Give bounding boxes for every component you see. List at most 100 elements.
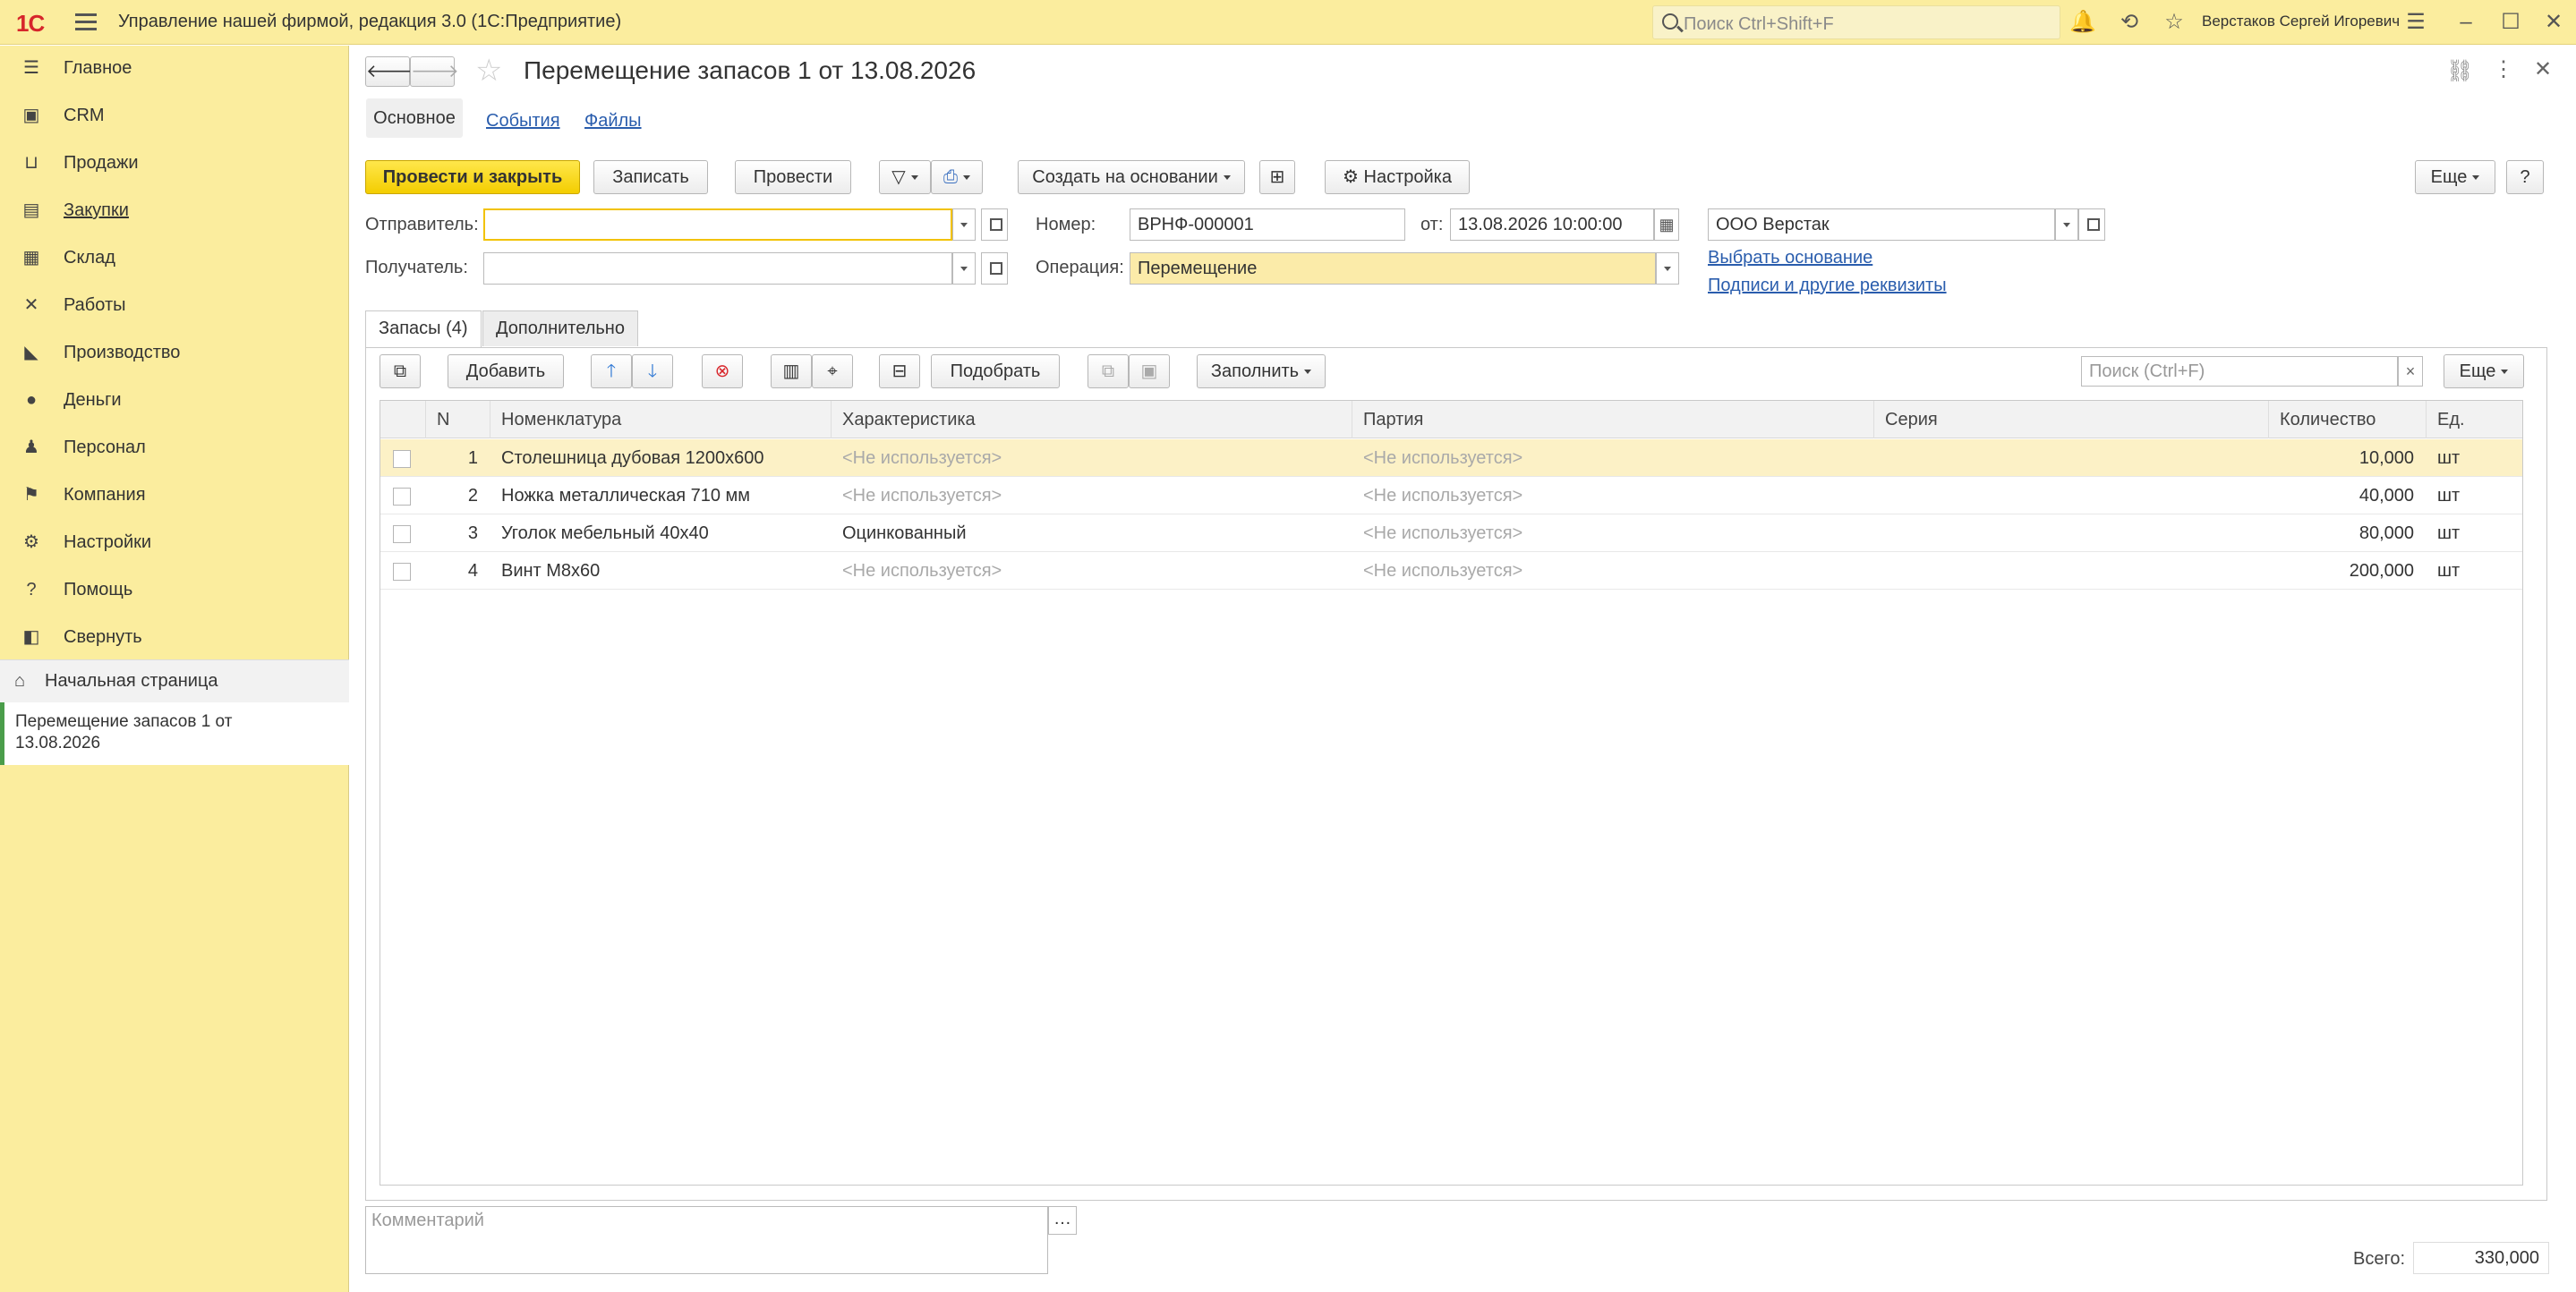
row-batch[interactable]: <Не используется>: [1352, 514, 1874, 552]
forward-button[interactable]: 🡒: [410, 56, 459, 87]
receiver-field[interactable]: [483, 252, 952, 285]
sidebar-item-collapse[interactable]: ◧ Свернуть: [0, 615, 349, 661]
more-button[interactable]: Еще: [2415, 160, 2495, 194]
calendar-icon[interactable]: ▦: [1654, 208, 1679, 241]
back-button[interactable]: 🡐: [365, 56, 414, 87]
sidebar-item-purchases[interactable]: ▤ Закупки: [0, 188, 349, 234]
row-characteristic[interactable]: Оцинкованный: [832, 514, 1352, 552]
settings-button[interactable]: ⚙ Настройка: [1325, 160, 1470, 194]
print-dropdown-button[interactable]: ⎙: [931, 160, 983, 194]
table-row[interactable]: 1 Столешница дубовая 1200х600 <Не исполь…: [380, 439, 2522, 477]
sidebar-item-settings[interactable]: ⚙ Настройки: [0, 520, 349, 566]
add-row-button[interactable]: Добавить: [448, 354, 564, 388]
company-field[interactable]: ООО Верстак: [1708, 208, 2055, 241]
barcode-icon[interactable]: ▥: [771, 354, 812, 388]
tab-files[interactable]: Файлы: [584, 111, 642, 132]
sidebar-item-help[interactable]: ? Помощь: [0, 567, 349, 614]
structure-icon[interactable]: ⊞: [1259, 160, 1295, 194]
tab-main[interactable]: Основное: [366, 98, 463, 138]
col-item[interactable]: Номенклатура: [490, 401, 832, 438]
global-search-input[interactable]: Поиск Ctrl+Shift+F: [1652, 5, 2060, 39]
sidebar-item-staff[interactable]: ♟ Персонал: [0, 425, 349, 472]
filter-dropdown-button[interactable]: ▽: [879, 160, 931, 194]
sidebar-item-warehouse[interactable]: ▦ Склад: [0, 235, 349, 282]
close-form-icon[interactable]: ✕: [2534, 56, 2552, 82]
row-checkbox[interactable]: [393, 488, 411, 506]
user-name[interactable]: Верстаков Сергей Игоревич: [2202, 13, 2400, 30]
row-series[interactable]: [1874, 477, 2269, 514]
table-row[interactable]: 2 Ножка металлическая 710 мм <Не использ…: [380, 477, 2522, 514]
company-dropdown-button[interactable]: [2055, 208, 2078, 241]
col-series[interactable]: Серия: [1874, 401, 2269, 438]
col-n[interactable]: N: [426, 401, 490, 438]
maximize-icon[interactable]: ☐: [2497, 9, 2524, 36]
row-item[interactable]: Уголок мебельный 40х40: [490, 514, 832, 552]
post-and-close-button[interactable]: Провести и закрыть: [365, 160, 580, 194]
number-field[interactable]: ВРНФ-000001: [1130, 208, 1405, 241]
receiver-dropdown-button[interactable]: [952, 252, 976, 285]
signatures-link[interactable]: Подписи и другие реквизиты: [1708, 276, 1947, 296]
select-basis-link[interactable]: Выбрать основание: [1708, 248, 1872, 268]
row-series[interactable]: [1874, 552, 2269, 590]
subtab-stock[interactable]: Запасы (4): [365, 310, 482, 348]
receiver-open-button[interactable]: [981, 252, 1008, 285]
col-batch[interactable]: Партия: [1352, 401, 1874, 438]
date-field[interactable]: 13.08.2026 10:00:00: [1450, 208, 1654, 241]
settings-menu-icon[interactable]: ☰: [2402, 9, 2429, 36]
row-checkbox[interactable]: [393, 563, 411, 581]
operation-field[interactable]: Перемещение: [1130, 252, 1656, 285]
comment-expand-button[interactable]: …: [1048, 1206, 1077, 1235]
row-item[interactable]: Столешница дубовая 1200х600: [490, 439, 832, 477]
tab-events[interactable]: События: [486, 111, 560, 132]
sidebar-home-page[interactable]: ⌂ Начальная страница: [0, 659, 349, 702]
row-quantity[interactable]: 10,000: [2269, 439, 2427, 477]
row-item[interactable]: Винт М8х60: [490, 552, 832, 590]
copy-icon[interactable]: ⧉: [1088, 354, 1129, 388]
subtab-additional[interactable]: Дополнительно: [482, 310, 638, 346]
row-quantity[interactable]: 200,000: [2269, 552, 2427, 590]
delete-row-icon[interactable]: ⊗: [702, 354, 743, 388]
close-window-icon[interactable]: ✕: [2540, 9, 2567, 36]
sidebar-item-money[interactable]: ● Деньги: [0, 378, 349, 424]
table-row[interactable]: 3 Уголок мебельный 40х40 Оцинкованный <Н…: [380, 514, 2522, 552]
comment-field[interactable]: Комментарий: [365, 1206, 1048, 1274]
move-up-icon[interactable]: 🡑: [591, 354, 632, 388]
row-batch[interactable]: <Не используется>: [1352, 439, 1874, 477]
row-batch[interactable]: <Не используется>: [1352, 552, 1874, 590]
minimize-icon[interactable]: –: [2452, 9, 2479, 36]
col-characteristic[interactable]: Характеристика: [832, 401, 1352, 438]
sidebar-item-company[interactable]: ⚑ Компания: [0, 472, 349, 519]
sidebar-item-crm[interactable]: ▣ CRM: [0, 93, 349, 140]
table-more-button[interactable]: Еще: [2444, 354, 2524, 388]
sidebar-item-sales[interactable]: ⊔ Продажи: [0, 140, 349, 187]
copy-rows-icon[interactable]: ⧉: [380, 354, 421, 388]
history-icon[interactable]: ⟲: [2116, 9, 2143, 36]
menu-icon[interactable]: [75, 13, 97, 31]
col-unit[interactable]: Ед.: [2427, 401, 2522, 438]
sidebar-open-document[interactable]: Перемещение запасов 1 от 13.08.2026: [0, 702, 349, 765]
sender-open-button[interactable]: [981, 208, 1008, 241]
fill-button[interactable]: Заполнить: [1197, 354, 1326, 388]
pick-button[interactable]: Подобрать: [931, 354, 1060, 388]
help-button[interactable]: ?: [2506, 160, 2544, 194]
favorite-star-icon[interactable]: ☆: [475, 53, 502, 89]
row-series[interactable]: [1874, 514, 2269, 552]
sidebar-item-main[interactable]: ☰ Главное: [0, 46, 349, 92]
clear-search-icon[interactable]: ×: [2398, 356, 2423, 387]
create-based-on-button[interactable]: Создать на основании: [1018, 160, 1245, 194]
paste-icon[interactable]: ▣: [1129, 354, 1170, 388]
row-quantity[interactable]: 80,000: [2269, 514, 2427, 552]
more-vertical-icon[interactable]: ⋮: [2493, 56, 2514, 82]
table-settings-icon[interactable]: ⊟: [879, 354, 920, 388]
row-unit[interactable]: шт: [2427, 514, 2522, 552]
company-open-button[interactable]: [2078, 208, 2105, 241]
sender-dropdown-button[interactable]: [952, 208, 976, 241]
link-icon[interactable]: ⛓: [2446, 58, 2473, 84]
save-button[interactable]: Записать: [593, 160, 708, 194]
row-unit[interactable]: шт: [2427, 439, 2522, 477]
table-row[interactable]: 4 Винт М8х60 <Не используется> <Не испол…: [380, 552, 2522, 590]
scanner-icon[interactable]: ⌖: [812, 354, 853, 388]
row-characteristic[interactable]: <Не используется>: [832, 552, 1352, 590]
sidebar-item-works[interactable]: ✕ Работы: [0, 283, 349, 329]
move-down-icon[interactable]: 🡓: [632, 354, 673, 388]
